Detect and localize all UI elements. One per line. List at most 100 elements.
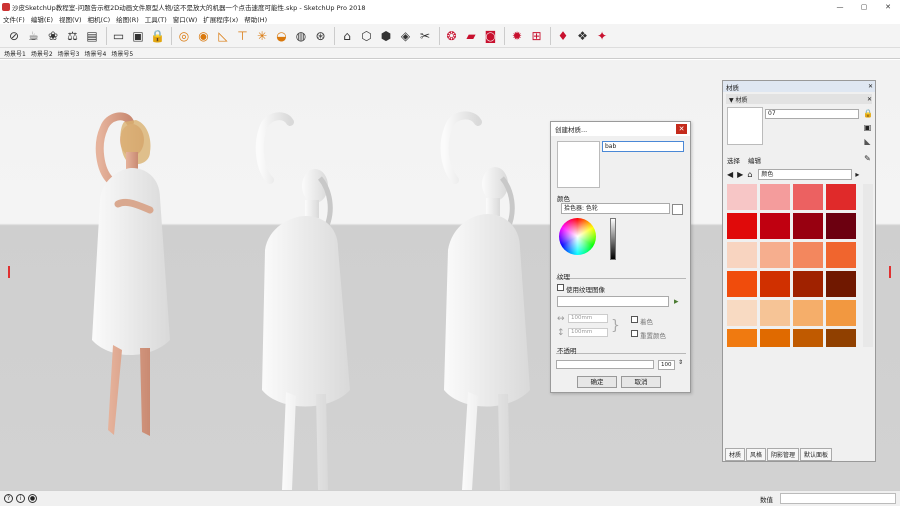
panel-section-header[interactable]: ▼ 材质 ✕ bbox=[726, 94, 872, 104]
reset-color-checkbox[interactable] bbox=[631, 330, 638, 337]
color-swatch[interactable] bbox=[760, 300, 790, 326]
scene-tab[interactable]: 场景号2 bbox=[31, 49, 53, 58]
details-arrow-icon[interactable]: ▸ bbox=[855, 170, 859, 179]
cancel-button[interactable]: 取消 bbox=[621, 376, 661, 388]
lock-icon[interactable]: 🔒 bbox=[149, 27, 167, 45]
sample-paint-icon[interactable]: ✎ bbox=[863, 154, 872, 163]
menu-edit[interactable]: 编辑(E) bbox=[31, 14, 53, 24]
wire-cube-icon[interactable]: ◈ bbox=[397, 27, 415, 45]
color-swatch[interactable] bbox=[760, 184, 790, 210]
menu-draw[interactable]: 绘图(R) bbox=[116, 14, 139, 24]
figure-textured[interactable] bbox=[92, 112, 170, 436]
color-swatch[interactable] bbox=[793, 329, 823, 347]
plugin-c-icon[interactable]: ✦ bbox=[593, 27, 611, 45]
color-swatch[interactable] bbox=[793, 242, 823, 268]
browse-folder-icon[interactable]: ▸ bbox=[674, 297, 679, 307]
bottom-tab-default[interactable]: 默认面板 bbox=[800, 448, 833, 461]
teapot-icon[interactable]: ☕ bbox=[25, 27, 43, 45]
camera-icon[interactable]: ◙ bbox=[482, 27, 500, 45]
menu-help[interactable]: 帮助(H) bbox=[244, 14, 267, 24]
color-swatch[interactable] bbox=[727, 300, 757, 326]
opacity-slider[interactable] bbox=[556, 360, 654, 369]
user-icon[interactable]: ● bbox=[28, 494, 37, 503]
paint-icon[interactable]: ⚖ bbox=[64, 27, 82, 45]
tab-edit[interactable]: 编辑 bbox=[748, 155, 761, 165]
menu-view[interactable]: 视图(V) bbox=[59, 14, 82, 24]
scene-tab[interactable]: 场景号1 bbox=[4, 49, 26, 58]
plugin-b-icon[interactable]: ❖ bbox=[574, 27, 592, 45]
brightness-slider[interactable] bbox=[610, 218, 616, 260]
material-name-input[interactable]: bab bbox=[602, 141, 684, 152]
color-swatch[interactable] bbox=[826, 184, 856, 210]
texture-height-input[interactable]: 100mm bbox=[568, 328, 608, 337]
bottom-tab-materials[interactable]: 材质 bbox=[725, 448, 746, 461]
color-swatch[interactable] bbox=[826, 242, 856, 268]
menu-file[interactable]: 文件(F) bbox=[3, 14, 25, 24]
tab-select[interactable]: 选择 bbox=[727, 155, 740, 165]
figure-white-1[interactable] bbox=[255, 112, 350, 490]
color-swatch[interactable] bbox=[727, 242, 757, 268]
color-swatch[interactable] bbox=[793, 271, 823, 297]
ring-icon[interactable]: ◉ bbox=[195, 27, 213, 45]
swatch-scrollbar[interactable] bbox=[863, 184, 873, 347]
bottom-tab-shadows[interactable]: 阴影管理 bbox=[767, 448, 800, 461]
color-swatch[interactable] bbox=[793, 184, 823, 210]
color-swatch[interactable] bbox=[826, 329, 856, 347]
create-material-icon[interactable]: ▣ bbox=[863, 123, 872, 132]
arc-icon[interactable]: ◒ bbox=[273, 27, 291, 45]
render-icon[interactable]: ❂ bbox=[443, 27, 461, 45]
colorize-checkbox[interactable] bbox=[631, 316, 638, 323]
forward-arrow-icon[interactable]: ▶ bbox=[737, 170, 743, 179]
components-icon[interactable]: ❀ bbox=[44, 27, 62, 45]
sun-icon[interactable]: ✹ bbox=[508, 27, 526, 45]
scene-tab[interactable]: 场景号4 bbox=[84, 49, 106, 58]
bottom-tab-styles[interactable]: 风格 bbox=[746, 448, 767, 461]
material-name-field[interactable]: 07 bbox=[765, 109, 859, 119]
color-swatch[interactable] bbox=[727, 329, 757, 347]
plugin-a-icon[interactable]: ♦ bbox=[554, 27, 572, 45]
opacity-spinner-icon[interactable]: ⇕ bbox=[678, 359, 683, 366]
ok-button[interactable]: 确定 bbox=[577, 376, 617, 388]
folder-icon[interactable]: ▰ bbox=[462, 27, 480, 45]
axis-icon[interactable]: ⊤ bbox=[234, 27, 252, 45]
rotate-icon[interactable]: ⊛ bbox=[312, 27, 330, 45]
panel-close-icon[interactable]: ✕ bbox=[866, 83, 875, 91]
menu-tools[interactable]: 工具(T) bbox=[145, 14, 167, 24]
select-tool-icon[interactable]: ⊘ bbox=[5, 27, 23, 45]
color-swatch[interactable] bbox=[760, 329, 790, 347]
scene-tab[interactable]: 场景号3 bbox=[58, 49, 80, 58]
color-chip[interactable] bbox=[672, 204, 683, 215]
color-swatch[interactable] bbox=[826, 300, 856, 326]
cube-icon[interactable]: ⬢ bbox=[377, 27, 395, 45]
color-swatch[interactable] bbox=[826, 271, 856, 297]
frame-icon[interactable]: ▣ bbox=[129, 27, 147, 45]
library-select[interactable]: 颜色 bbox=[758, 168, 853, 180]
window-icon[interactable]: ▭ bbox=[110, 27, 128, 45]
use-texture-checkbox[interactable] bbox=[557, 284, 564, 291]
color-swatch[interactable] bbox=[826, 213, 856, 239]
sphere-icon[interactable]: ◍ bbox=[292, 27, 310, 45]
color-swatch[interactable] bbox=[793, 300, 823, 326]
scene-tab[interactable]: 场景号5 bbox=[111, 49, 133, 58]
texture-path-input[interactable] bbox=[557, 296, 669, 307]
minimize-button[interactable]: — bbox=[828, 3, 852, 11]
color-picker-select[interactable]: 拾色器: 色轮 bbox=[561, 203, 670, 214]
color-swatch[interactable] bbox=[727, 184, 757, 210]
home-icon[interactable]: ⌂ bbox=[747, 170, 752, 179]
lock-icon[interactable]: 🔒 bbox=[863, 109, 873, 118]
default-material-icon[interactable]: ◣ bbox=[863, 137, 872, 146]
back-arrow-icon[interactable]: ◀ bbox=[727, 170, 733, 179]
protractor-icon[interactable]: ◺ bbox=[214, 27, 232, 45]
color-wheel[interactable] bbox=[559, 218, 596, 255]
info-icon[interactable]: i bbox=[16, 494, 25, 503]
section-close-icon[interactable]: ✕ bbox=[867, 96, 872, 103]
color-swatch[interactable] bbox=[760, 271, 790, 297]
home-icon[interactable]: ⌂ bbox=[338, 27, 356, 45]
star-icon[interactable]: ✳ bbox=[253, 27, 271, 45]
circle-icon[interactable]: ◎ bbox=[175, 27, 193, 45]
menu-extensions[interactable]: 扩展程序(x) bbox=[203, 14, 238, 24]
menu-window[interactable]: 窗口(W) bbox=[173, 14, 198, 24]
color-swatch[interactable] bbox=[727, 271, 757, 297]
measurements-input[interactable] bbox=[780, 493, 896, 504]
box-icon[interactable]: ⬡ bbox=[358, 27, 376, 45]
